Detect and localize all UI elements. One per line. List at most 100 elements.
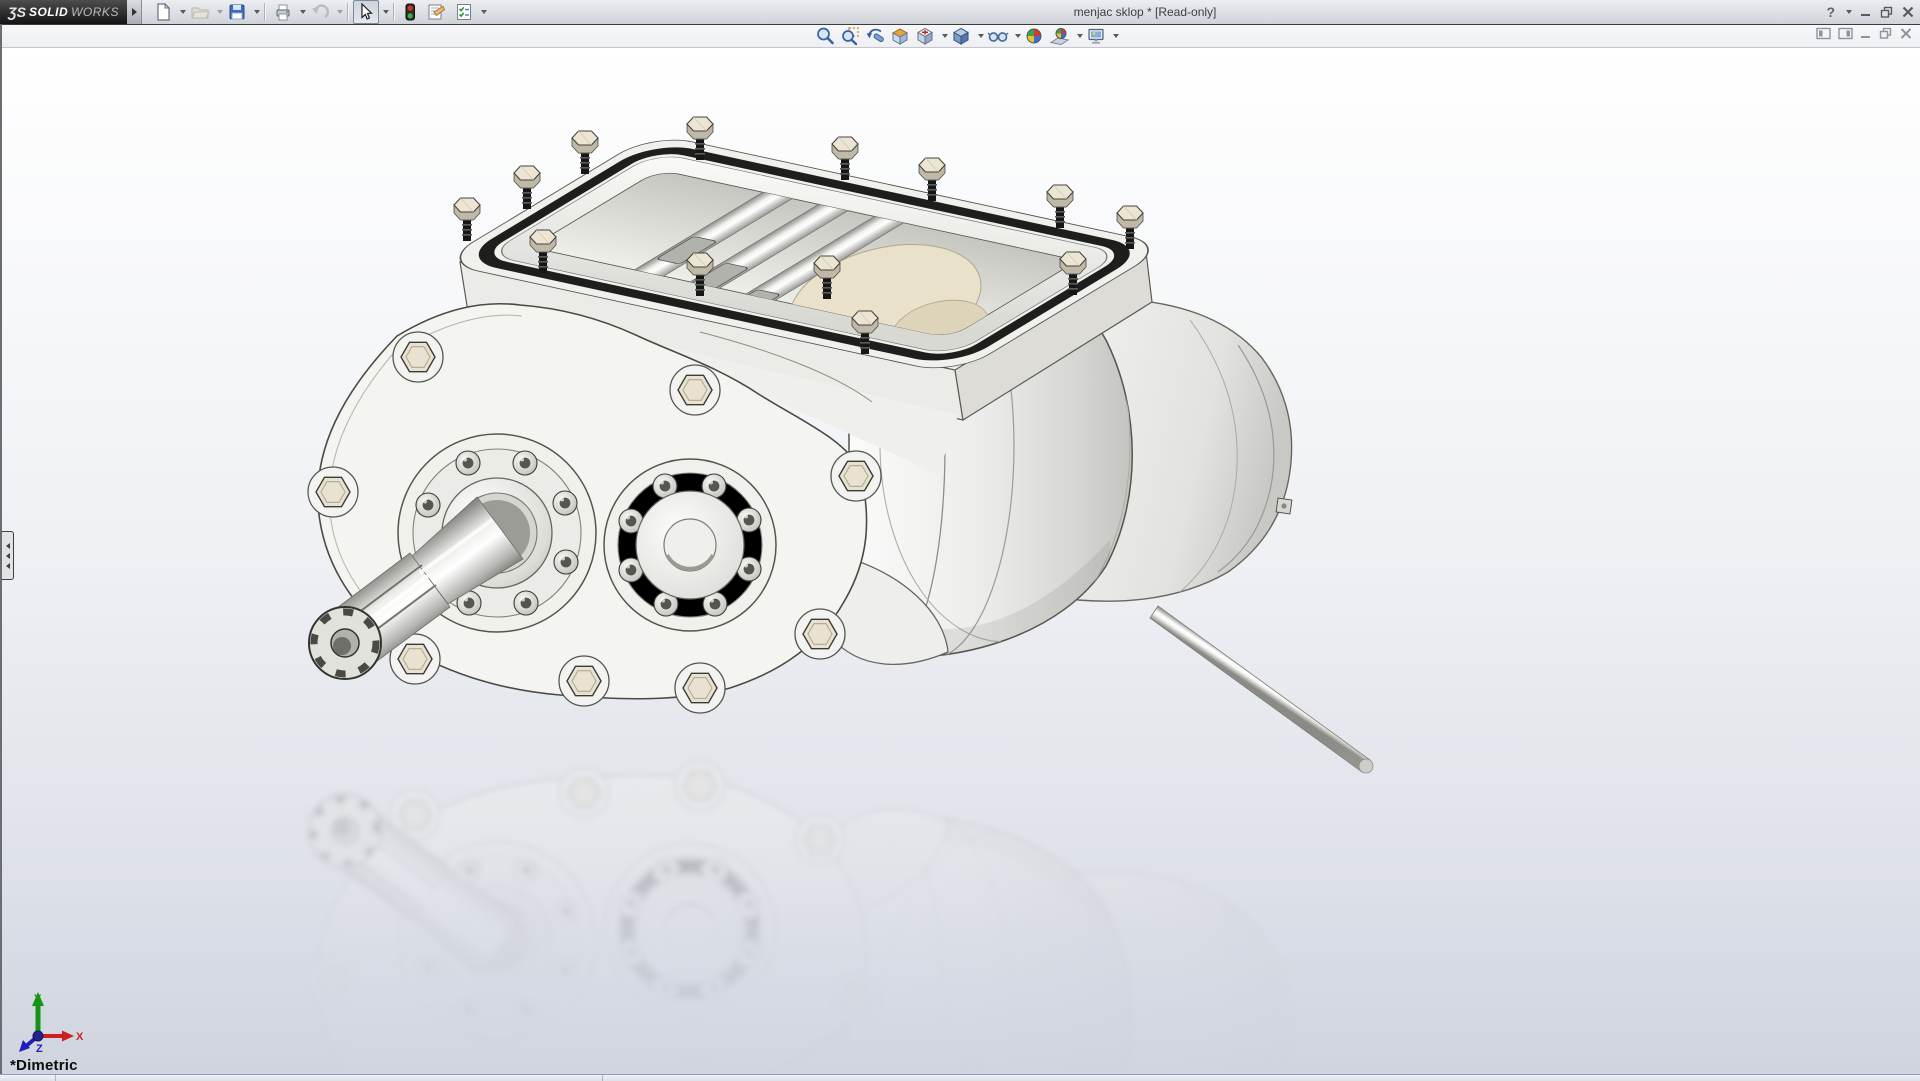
collapsed-panel-tab[interactable]: [2, 531, 14, 580]
doc-minimize-icon: [1861, 36, 1870, 38]
undo-button[interactable]: [307, 0, 333, 24]
edit-appearance-button[interactable]: [1023, 26, 1046, 46]
save-floppy-icon: [229, 4, 245, 20]
undo-dropdown[interactable]: [337, 10, 343, 14]
traffic-light-icon: [405, 3, 415, 21]
collapse-arrow-icon: [5, 542, 10, 549]
brand-name-bold: SOLID: [28, 5, 69, 19]
reflection-fade: [2, 737, 1920, 1074]
statusbar-divider: [602, 1075, 603, 1081]
collapse-arrow-icon: [5, 562, 10, 569]
zoom-to-fit-icon: [817, 27, 834, 45]
open-dropdown[interactable]: [217, 10, 223, 14]
display-style-button[interactable]: [950, 26, 973, 46]
doc-close-button[interactable]: [1900, 27, 1912, 45]
document-window-controls: [1816, 27, 1912, 45]
flyout-arrow-icon: [131, 8, 137, 16]
file-properties-button[interactable]: [422, 0, 450, 24]
print-dropdown[interactable]: [300, 10, 306, 14]
minimize-button[interactable]: [1860, 6, 1872, 18]
options-checklist-icon: [457, 4, 471, 20]
display-style-icon: [952, 27, 970, 45]
triad-y-label: Y: [34, 993, 42, 1005]
undo-icon: [312, 4, 330, 19]
restore-button[interactable]: [1880, 6, 1894, 18]
doc-minimize-button[interactable]: [1860, 27, 1872, 45]
print-button[interactable]: [270, 0, 296, 24]
print-icon: [276, 4, 290, 21]
toolbar-separator: [393, 3, 395, 21]
new-document-icon: [157, 2, 171, 21]
open-button[interactable]: [187, 0, 213, 24]
section-view-button[interactable]: [889, 26, 912, 46]
file-properties-icon: [428, 4, 446, 20]
view-orientation-label: *Dimetric: [10, 1057, 78, 1074]
apply-scene-icon: [1049, 28, 1070, 46]
view-settings-button[interactable]: [1085, 26, 1108, 46]
apply-scene-dropdown[interactable]: [1077, 34, 1083, 38]
hide-show-items-icon: [987, 32, 1009, 42]
help-dropdown[interactable]: [1846, 10, 1852, 14]
section-view-icon: [891, 28, 909, 45]
restore-icon: [1880, 6, 1893, 18]
viewport-canvas[interactable]: [2, 48, 1920, 1074]
edit-appearance-icon: [1026, 28, 1042, 44]
zoom-to-area-icon: [842, 27, 859, 46]
view-settings-dropdown[interactable]: [1113, 34, 1119, 38]
rebuild-indicator-button[interactable]: [399, 0, 421, 24]
solidworks-logo-glyph: ƷS: [8, 4, 26, 20]
triad-z-label: Z: [36, 1043, 43, 1055]
zoom-to-area-button[interactable]: [839, 26, 862, 46]
collapse-arrow-icon: [5, 552, 10, 559]
hide-show-items-button[interactable]: [986, 26, 1010, 46]
dock-pane-left-button[interactable]: [1816, 27, 1831, 45]
close-icon: [1902, 6, 1914, 18]
minimize-icon: [1861, 14, 1870, 16]
brand-name-light: WORKS: [71, 5, 119, 19]
new-document-button[interactable]: [150, 0, 176, 24]
dock-pane-right-button[interactable]: [1838, 27, 1853, 45]
document-bar: [2, 25, 1920, 48]
view-orientation-icon: [916, 27, 934, 45]
dock-pane-left-icon: [1816, 27, 1831, 40]
cover-hub[interactable]: [603, 458, 777, 632]
select-tool-button[interactable]: [353, 0, 379, 24]
save-button[interactable]: [224, 0, 250, 24]
view-orientation-dropdown[interactable]: [942, 34, 948, 38]
doc-close-icon: [1900, 28, 1912, 39]
doc-restore-button[interactable]: [1879, 27, 1893, 45]
view-settings-icon: [1088, 28, 1104, 44]
options-dropdown[interactable]: [481, 10, 487, 14]
heads-up-view-toolbar: [814, 26, 1119, 46]
zoom-to-fit-button[interactable]: [814, 26, 837, 46]
apply-scene-button[interactable]: [1048, 26, 1072, 46]
statusbar-divider: [55, 1075, 56, 1081]
window-left-border: [0, 24, 2, 1074]
previous-view-icon: [866, 28, 884, 43]
select-cursor-icon: [361, 2, 373, 20]
new-document-dropdown[interactable]: [180, 10, 186, 14]
open-folder-icon: [191, 7, 210, 19]
save-dropdown[interactable]: [254, 10, 260, 14]
close-button[interactable]: [1902, 6, 1914, 18]
display-style-dropdown[interactable]: [978, 34, 984, 38]
hide-show-items-dropdown[interactable]: [1015, 34, 1021, 38]
titlebar-window-controls: ?: [1826, 0, 1914, 24]
reference-triad: Z X Y: [19, 992, 84, 1055]
dock-pane-right-icon: [1838, 27, 1853, 40]
toolbar-separator: [347, 3, 349, 21]
previous-view-button[interactable]: [864, 26, 887, 46]
main-toolbar: [150, 0, 487, 24]
view-orientation-button[interactable]: [914, 26, 937, 46]
doc-restore-icon: [1879, 27, 1892, 39]
select-tool-dropdown[interactable]: [383, 10, 389, 14]
document-title: menjac sklop * [Read-only]: [1073, 5, 1217, 19]
help-button[interactable]: ?: [1826, 0, 1835, 24]
solidworks-logo[interactable]: ƷS SOLID WORKS: [0, 0, 127, 24]
toolbar-separator: [264, 3, 266, 21]
titlebar: ƷS SOLID WORKS menjac sklop * [Read-only…: [0, 0, 1920, 25]
options-button[interactable]: [451, 0, 477, 24]
solidworks-window: { "window": { "title": "menjac sklop * […: [0, 0, 1920, 1081]
menu-flyout-tab[interactable]: [127, 0, 142, 24]
triad-x-label: X: [76, 1031, 84, 1043]
